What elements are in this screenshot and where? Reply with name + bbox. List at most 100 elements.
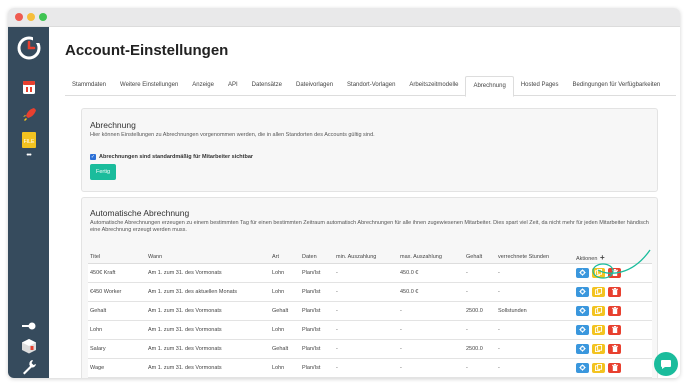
settings-button[interactable]: [576, 343, 589, 354]
close-window-button[interactable]: [15, 13, 23, 21]
gear-icon: [579, 345, 586, 352]
cell-daten: Plan/Ist: [300, 263, 334, 283]
settings-button[interactable]: [576, 362, 589, 373]
cell-wann: Am 1. zum 31. des Vormonats: [146, 358, 270, 378]
copy-button[interactable]: [592, 343, 605, 354]
rocket-icon[interactable]: [8, 103, 49, 127]
column-gehalt: Gehalt: [464, 252, 496, 264]
delete-button[interactable]: [608, 343, 621, 354]
more-dots-icon[interactable]: •••: [8, 150, 49, 160]
visibility-checkbox[interactable]: ✓: [90, 154, 96, 160]
automatische-abrechnung-description: Automatische Abrechnungen erzeugen zu ei…: [90, 220, 649, 233]
tab-arbeitszeitmodelle[interactable]: Arbeitszeitmodelle: [402, 76, 465, 96]
tab-abrechnung[interactable]: Abrechnung: [465, 76, 514, 97]
main-content: Account-Einstellungen Stammdaten Weitere…: [49, 27, 680, 378]
maximize-window-button[interactable]: [39, 13, 47, 21]
gear-icon: [579, 307, 586, 314]
tab-anzeige[interactable]: Anzeige: [185, 76, 221, 96]
automatic-billing-table: Titel Wann Art Daten min. Auszahlung max…: [88, 252, 652, 378]
tab-hosted-pages[interactable]: Hosted Pages: [514, 76, 566, 96]
cell-gehalt: 2500.0: [464, 301, 496, 321]
copy-icon: [595, 345, 602, 352]
tab-datensaetze[interactable]: Datensätze: [245, 76, 289, 96]
cell-stunden: -: [496, 320, 574, 340]
cell-art: Gehalt: [270, 339, 300, 359]
cell-max: -: [398, 320, 464, 340]
chat-bubble-icon: [661, 360, 671, 369]
copy-button[interactable]: [592, 286, 605, 297]
copy-button[interactable]: [592, 362, 605, 373]
cell-stunden: -: [496, 263, 574, 283]
cell-gehalt: -: [464, 377, 496, 378]
cell-min: -: [334, 320, 398, 340]
column-daten: Daten: [300, 252, 334, 264]
copy-icon: [595, 288, 602, 295]
settings-button[interactable]: [576, 305, 589, 316]
tab-bedingungen-verfuegbarkeiten[interactable]: Bedingungen für Verfügbarkeiten: [566, 76, 668, 96]
table-row: Lohn Am 1. zum 31. des Vormonats Lohn Plan/…: [88, 320, 652, 340]
cell-titel: Lohn: [88, 320, 146, 340]
key-icon[interactable]: [8, 317, 49, 335]
cell-stunden: -: [496, 282, 574, 302]
column-art: Art: [270, 252, 300, 264]
cell-stunden: -: [496, 339, 574, 359]
cell-daten: Plan/Ist: [300, 339, 334, 359]
cell-gehalt: -: [464, 282, 496, 302]
cell-art: Lohn: [270, 358, 300, 378]
copy-button[interactable]: [592, 324, 605, 335]
tab-standort-vorlagen[interactable]: Standort-Vorlagen: [340, 76, 402, 96]
cell-daten: Plan/Ist: [300, 377, 334, 378]
automatische-abrechnung-title: Automatische Abrechnung: [90, 208, 190, 218]
clock-logo-icon[interactable]: [8, 31, 49, 65]
tab-dateivorlagen[interactable]: Dateivorlagen: [289, 76, 340, 96]
sidebar: FILE •••: [8, 27, 49, 378]
table-row: Wage Am 1. zum 31. des Vormonats Lohn Plan/…: [88, 358, 652, 378]
delete-button[interactable]: [608, 286, 621, 297]
cell-titel: €450 Worker: [88, 282, 146, 302]
gear-icon: [579, 288, 586, 295]
gear-icon: [579, 326, 586, 333]
cell-gehalt: -: [464, 358, 496, 378]
delete-button[interactable]: [608, 362, 621, 373]
copy-button[interactable]: [592, 305, 605, 316]
trash-icon: [611, 307, 618, 314]
cell-daten: Plan/Ist: [300, 301, 334, 321]
copy-icon: [595, 364, 602, 371]
minimize-window-button[interactable]: [27, 13, 35, 21]
cell-titel: Werkstudent: [88, 377, 146, 378]
cell-max: -: [398, 358, 464, 378]
file-icon[interactable]: FILE: [8, 129, 49, 151]
column-wann: Wann: [146, 252, 270, 264]
cell-min: -: [334, 301, 398, 321]
tab-api[interactable]: API: [221, 76, 245, 96]
tab-weitere-einstellungen[interactable]: Weitere Einstellungen: [113, 76, 185, 96]
cell-titel: 450€ Kraft: [88, 263, 146, 283]
page-title: Account-Einstellungen: [65, 42, 229, 59]
abrechnung-description: Hier können Einstellungen zu Abrechnunge…: [90, 132, 375, 138]
settings-button[interactable]: [576, 286, 589, 297]
calendar-icon[interactable]: [8, 75, 49, 99]
cell-daten: Plan/Ist: [300, 358, 334, 378]
cell-art: Lohn: [270, 320, 300, 340]
chat-support-button[interactable]: [654, 352, 678, 376]
app-window: FILE ••• Account-Einstellungen Stammdate…: [8, 8, 680, 378]
trash-icon: [611, 345, 618, 352]
box-icon[interactable]: [8, 337, 49, 355]
fertig-button[interactable]: Fertig: [90, 164, 116, 180]
wrench-icon[interactable]: [8, 357, 49, 377]
cell-daten: Plan/Ist: [300, 320, 334, 340]
table-row: Salary Am 1. zum 31. des Vormonats Gehalt P…: [88, 339, 652, 359]
cell-aktionen: [574, 377, 652, 378]
tab-stammdaten[interactable]: Stammdaten: [65, 76, 113, 96]
cell-gehalt: 2500.0: [464, 339, 496, 359]
cell-gehalt: -: [464, 320, 496, 340]
trash-icon: [611, 326, 618, 333]
trash-icon: [611, 288, 618, 295]
settings-button[interactable]: [576, 324, 589, 335]
delete-button[interactable]: [608, 324, 621, 335]
cell-min: -: [334, 282, 398, 302]
visibility-setting[interactable]: ✓ Abrechnungen sind standardmäßig für Mi…: [90, 154, 253, 160]
cell-aktionen: [574, 358, 652, 378]
delete-button[interactable]: [608, 305, 621, 316]
cell-max: -: [398, 339, 464, 359]
